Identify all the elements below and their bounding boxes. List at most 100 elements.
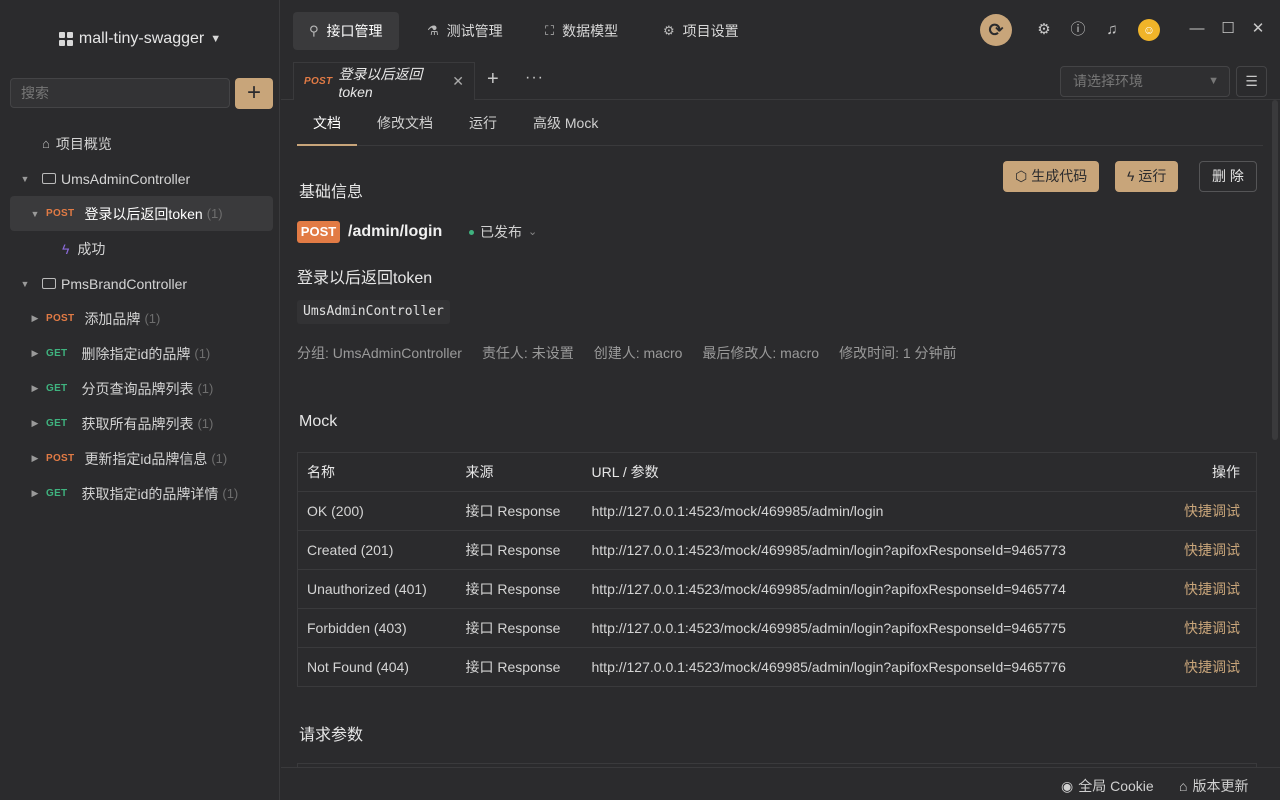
mock-name: Created (201) <box>297 530 457 570</box>
folder-icon <box>42 278 56 289</box>
table-header-row: 名称 来源 URL / 参数 操作 <box>297 452 1257 492</box>
tab-project-settings[interactable]: ⚙ 项目设置 <box>647 12 755 50</box>
folder-icon <box>42 173 56 184</box>
meta-group: 分组: UmsAdminController <box>297 345 462 361</box>
api-tree: ⌂ 项目概览 ▼ UmsAdminController ▼ POST 登录以后返… <box>10 126 273 511</box>
tree-folder[interactable]: ▼ UmsAdminController <box>10 161 273 196</box>
top-nav: ⚲ 接口管理 ⚗ 测试管理 ⛶ 数据模型 ⚙ 项目设置 ⟳ ⚙ ⓘ ♫ ☺ — … <box>281 0 1280 60</box>
table-row: Created (201) 接口 Response http://127.0.0… <box>297 530 1257 570</box>
chevron-right-icon: ▶ <box>31 348 39 358</box>
tree-api-item[interactable]: ▶ POST 更新指定id品牌信息 (1) <box>10 441 273 476</box>
mock-url[interactable]: http://127.0.0.1:4523/mock/469985/admin/… <box>582 608 1157 648</box>
avatar[interactable]: ☺ <box>1138 19 1160 41</box>
generate-code-button[interactable]: ⬡ 生成代码 <box>1003 161 1100 192</box>
close-icon[interactable]: ✕ <box>1250 18 1266 40</box>
add-tab-button[interactable]: + <box>487 69 499 89</box>
method-badge: POST <box>304 76 333 87</box>
close-icon[interactable]: ✕ <box>452 73 464 90</box>
status-label: 已发布 <box>480 224 522 240</box>
more-icon[interactable]: ··· <box>525 68 544 88</box>
subtab-advanced-mock[interactable]: 高级 Mock <box>533 100 598 146</box>
method-badge: GET <box>46 488 68 499</box>
subtab-doc[interactable]: 文档 <box>297 100 357 146</box>
mock-source: 接口 Response <box>456 647 583 687</box>
settings-icon[interactable]: ⚙ <box>1034 20 1054 40</box>
quick-debug-link[interactable]: 快捷调试 <box>1156 569 1257 609</box>
tree-item-label: UmsAdminController <box>61 170 191 187</box>
tree-api-item[interactable]: ▶ POST 添加品牌 (1) <box>10 301 273 336</box>
tree-api-item[interactable]: ▶ GET 分页查询品牌列表 (1) <box>10 371 273 406</box>
count-badge: (1) <box>211 451 228 466</box>
count-badge: (1) <box>206 206 223 221</box>
method-badge: POST <box>46 313 75 324</box>
mock-url[interactable]: http://127.0.0.1:4523/mock/469985/admin/… <box>582 647 1157 687</box>
method-badge: POST <box>297 221 340 243</box>
tree-item-overview[interactable]: ⌂ 项目概览 <box>10 126 273 161</box>
subtab-edit-doc[interactable]: 修改文档 <box>377 100 433 146</box>
add-button[interactable]: + <box>235 78 273 109</box>
global-cookie-button[interactable]: ◉ 全局 Cookie <box>1061 776 1154 796</box>
quick-debug-link[interactable]: 快捷调试 <box>1156 647 1257 687</box>
tree-item-label: 分页查询品牌列表 <box>81 380 194 397</box>
mock-table: 名称 来源 URL / 参数 操作 OK (200) 接口 Response h… <box>297 452 1257 687</box>
status-footer: ◉ 全局 Cookie ⌂ 版本更新 <box>281 767 1280 800</box>
tab-label: 项目设置 <box>682 23 739 39</box>
tree-item-label: 更新指定id品牌信息 <box>84 450 208 467</box>
count-badge: (1) <box>197 381 214 396</box>
minimize-icon[interactable]: — <box>1189 18 1205 40</box>
scrollbar[interactable] <box>1272 100 1278 440</box>
tree-api-item[interactable]: ▼ POST 登录以后返回token (1) <box>10 196 273 231</box>
mock-url[interactable]: http://127.0.0.1:4523/mock/469985/admin/… <box>582 569 1157 609</box>
quick-debug-link[interactable]: 快捷调试 <box>1156 491 1257 531</box>
request-params-title: 请求参数 <box>299 727 364 744</box>
tab-api-management[interactable]: ⚲ 接口管理 <box>293 12 399 50</box>
environment-select[interactable]: 请选择环境 ▼ <box>1060 66 1230 97</box>
version-update-button[interactable]: ⌂ 版本更新 <box>1179 776 1248 796</box>
sync-icon: ⟳ <box>988 20 1004 40</box>
project-switcher[interactable]: mall-tiny-swagger ▼ <box>0 30 280 48</box>
subtab-run[interactable]: 运行 <box>469 100 497 146</box>
tree-api-item[interactable]: ▶ GET 获取所有品牌列表 (1) <box>10 406 273 441</box>
tree-item-label: 成功 <box>77 240 106 257</box>
api-meta: 分组: UmsAdminController 责任人: 未设置 创建人: mac… <box>297 343 957 363</box>
mock-title: Mock <box>299 413 338 430</box>
status-dropdown[interactable]: 已发布 ⌄ <box>469 221 537 243</box>
bell-icon[interactable]: ♫ <box>1102 20 1122 40</box>
col-op: 操作 <box>1156 452 1257 492</box>
mock-url[interactable]: http://127.0.0.1:4523/mock/469985/admin/… <box>582 491 1157 531</box>
search-input[interactable] <box>10 78 230 108</box>
meta-owner: 责任人: 未设置 <box>481 345 574 361</box>
doc-tab-label: 登录以后返回token <box>338 65 423 100</box>
tree-folder[interactable]: ▼ PmsBrandController <box>10 266 273 301</box>
help-icon[interactable]: ⓘ <box>1068 20 1088 40</box>
sync-button[interactable]: ⟳ <box>980 14 1012 46</box>
tree-api-item[interactable]: ▶ GET 获取指定id的品牌详情 (1) <box>10 476 273 511</box>
tree-api-item[interactable]: ▶ GET 删除指定id的品牌 (1) <box>10 336 273 371</box>
quick-debug-link[interactable]: 快捷调试 <box>1156 530 1257 570</box>
maximize-icon[interactable]: ☐ <box>1220 18 1236 40</box>
api-path: /admin/login <box>348 223 443 240</box>
delete-button[interactable]: 删 除 <box>1199 161 1257 192</box>
table-row: OK (200) 接口 Response http://127.0.0.1:45… <box>297 491 1257 531</box>
method-badge: GET <box>46 418 68 429</box>
footer-label: 全局 Cookie <box>1078 778 1154 794</box>
run-button[interactable]: ϟ 运行 <box>1115 161 1179 192</box>
list-icon: ☰ <box>1245 73 1258 89</box>
footer-label: 版本更新 <box>1192 778 1249 794</box>
tree-case-item[interactable]: ϟ 成功 <box>10 231 273 266</box>
list-menu-button[interactable]: ☰ <box>1236 66 1267 97</box>
chevron-right-icon: ▶ <box>31 488 39 498</box>
method-badge: GET <box>46 348 68 359</box>
chevron-right-icon: ▶ <box>31 383 39 393</box>
project-name: mall-tiny-swagger <box>78 30 205 47</box>
chevron-down-icon: ⌄ <box>528 226 538 238</box>
mock-url[interactable]: http://127.0.0.1:4523/mock/469985/admin/… <box>582 530 1157 570</box>
col-source: 来源 <box>456 452 583 492</box>
doc-tab-login[interactable]: POST 登录以后返回token ✕ <box>293 62 475 100</box>
mock-name: Forbidden (403) <box>297 608 457 648</box>
quick-debug-link[interactable]: 快捷调试 <box>1156 608 1257 648</box>
api-name: 登录以后返回token <box>297 270 433 287</box>
count-badge: (1) <box>194 346 211 361</box>
tab-data-model[interactable]: ⛶ 数据模型 <box>529 12 634 50</box>
tab-test-management[interactable]: ⚗ 测试管理 <box>411 12 519 50</box>
